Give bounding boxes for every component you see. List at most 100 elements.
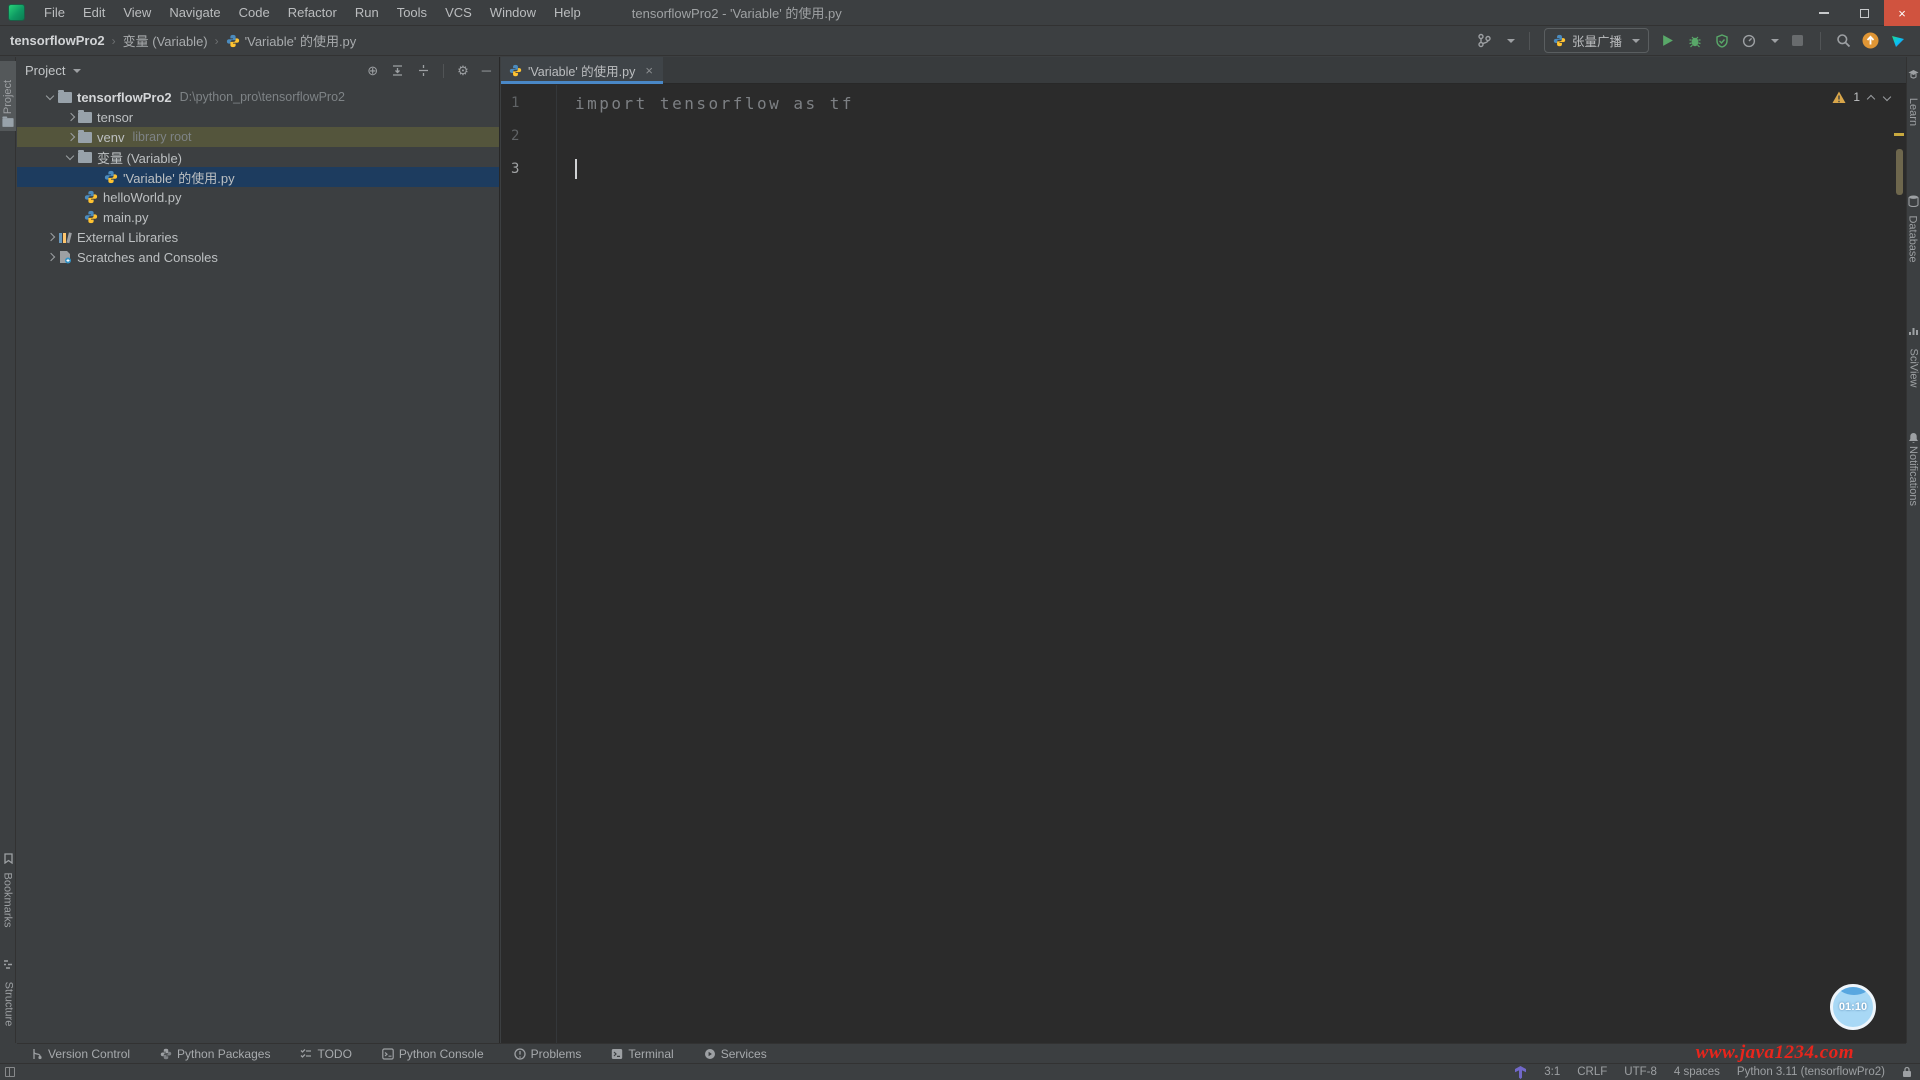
tree-item-scratches[interactable]: Scratches and Consoles: [17, 247, 499, 267]
project-panel-title[interactable]: Project: [25, 63, 65, 78]
tool-button-problems[interactable]: Problems: [514, 1047, 582, 1061]
previous-problem-icon[interactable]: [1867, 93, 1876, 102]
tool-button-python-packages[interactable]: Python Packages: [160, 1047, 270, 1061]
lock-icon[interactable]: [1902, 1066, 1912, 1078]
tool-stripe-notifications[interactable]: Notifications: [1906, 432, 1920, 482]
breadcrumb-folder[interactable]: 变量 (Variable): [123, 31, 208, 50]
close-button[interactable]: ×: [1884, 0, 1920, 26]
scratches-icon: [58, 250, 72, 264]
chevron-expanded-icon[interactable]: [43, 90, 57, 104]
tool-stripe-learn[interactable]: Learn: [1906, 69, 1920, 118]
tree-item-variable-folder[interactable]: 变量 (Variable): [17, 147, 499, 167]
toolbar-divider: [1820, 32, 1821, 50]
run-configuration-select[interactable]: 张量广播: [1544, 28, 1649, 53]
menu-run[interactable]: Run: [346, 0, 388, 26]
tree-item-external-libraries[interactable]: External Libraries: [17, 227, 499, 247]
tree-item-label: 变量 (Variable): [97, 148, 182, 167]
chevron-collapsed-icon[interactable]: [43, 230, 57, 244]
tool-stripe-structure[interactable]: Structure: [0, 959, 16, 1039]
menu-navigate[interactable]: Navigate: [160, 0, 229, 26]
next-problem-icon[interactable]: [1883, 93, 1892, 102]
tool-stripe-project[interactable]: Project: [0, 61, 16, 131]
project-tree: tensorflowPro2 D:\python_pro\tensorflowP…: [17, 87, 499, 267]
tool-stripe-learn-label: Learn: [1907, 98, 1919, 126]
update-notification-button[interactable]: [1862, 32, 1879, 49]
tree-item-tensor[interactable]: tensor: [17, 107, 499, 127]
tool-button-services[interactable]: Services: [704, 1047, 767, 1061]
tree-item-root[interactable]: tensorflowPro2 D:\python_pro\tensorflowP…: [17, 87, 499, 107]
breadcrumb-project[interactable]: tensorflowPro2: [10, 33, 105, 48]
indent-setting[interactable]: 4 spaces: [1674, 1066, 1720, 1078]
tool-stripe-sciview[interactable]: SciView: [1906, 325, 1920, 374]
navigation-toolbar: tensorflowPro2 › 变量 (Variable) › 'Variab…: [0, 26, 1920, 56]
recording-timer-bubble[interactable]: 01:10: [1830, 984, 1876, 1030]
tool-stripe-bookmarks[interactable]: Bookmarks: [0, 853, 16, 939]
menu-code[interactable]: Code: [230, 0, 279, 26]
maximize-button[interactable]: [1844, 0, 1884, 26]
debug-button[interactable]: [1686, 32, 1703, 49]
chevron-down-icon[interactable]: [1507, 39, 1515, 43]
menu-vcs[interactable]: VCS: [436, 0, 481, 26]
chevron-collapsed-icon[interactable]: [63, 110, 77, 124]
menu-refactor[interactable]: Refactor: [279, 0, 346, 26]
editor-gutter: 1 2 3: [501, 85, 557, 1043]
chevron-expanded-icon[interactable]: [63, 150, 77, 164]
hide-panel-icon[interactable]: ─: [482, 64, 491, 77]
inspections-widget[interactable]: 1: [1832, 90, 1892, 104]
tool-button-todo[interactable]: TODO: [300, 1047, 351, 1061]
git-branch-button[interactable]: [1476, 32, 1493, 49]
chevron-down-icon[interactable]: [1771, 39, 1779, 43]
problems-icon: [514, 1048, 526, 1060]
ide-pro-badge-button[interactable]: [1889, 32, 1906, 49]
tree-item-main[interactable]: main.py: [17, 207, 499, 227]
scrollbar-thumb[interactable]: [1896, 149, 1903, 195]
recording-timer-label: 01:10: [1839, 1001, 1867, 1013]
close-tab-icon[interactable]: ×: [645, 63, 653, 78]
chevron-collapsed-icon[interactable]: [63, 130, 77, 144]
chevron-collapsed-icon[interactable]: [43, 250, 57, 264]
layout-icon[interactable]: [5, 1067, 15, 1077]
minimize-button[interactable]: [1804, 0, 1844, 26]
tree-item-label: main.py: [103, 210, 149, 225]
caret-position[interactable]: 3:1: [1544, 1066, 1560, 1078]
search-everywhere-button[interactable]: [1835, 32, 1852, 49]
folder-icon: [78, 112, 92, 123]
run-button[interactable]: [1659, 32, 1676, 49]
menu-view[interactable]: View: [114, 0, 160, 26]
menu-window[interactable]: Window: [481, 0, 545, 26]
stop-button[interactable]: [1789, 32, 1806, 49]
tree-item-label: tensorflowPro2: [77, 90, 172, 105]
collapse-all-icon[interactable]: [417, 64, 430, 77]
menu-file[interactable]: File: [35, 0, 74, 26]
tree-item-variable-file[interactable]: 'Variable' 的使用.py: [17, 167, 499, 187]
line-separator[interactable]: CRLF: [1577, 1066, 1607, 1078]
file-encoding[interactable]: UTF-8: [1624, 1066, 1657, 1078]
tree-item-label: tensor: [97, 110, 133, 125]
tool-button-python-console[interactable]: Python Console: [382, 1047, 484, 1061]
chevron-down-icon[interactable]: [73, 69, 81, 73]
menu-tools[interactable]: Tools: [388, 0, 436, 26]
right-tool-stripe: Learn Database SciView Notifications: [1906, 57, 1920, 1043]
pycharm-window: File Edit View Navigate Code Refactor Ru…: [0, 0, 1920, 1080]
menu-edit[interactable]: Edit: [74, 0, 114, 26]
run-coverage-button[interactable]: [1713, 32, 1730, 49]
editor-tab[interactable]: 'Variable' 的使用.py ×: [501, 57, 663, 83]
python-file-icon: [226, 34, 240, 48]
python-interpreter[interactable]: Python 3.11 (tensorflowPro2): [1737, 1066, 1885, 1078]
tree-item-helloworld[interactable]: helloWorld.py: [17, 187, 499, 207]
tool-button-version-control[interactable]: Version Control: [31, 1047, 130, 1061]
line-number: 1: [511, 87, 541, 120]
menu-help[interactable]: Help: [545, 0, 590, 26]
select-opened-file-icon[interactable]: ⊕: [367, 64, 378, 77]
expand-all-icon[interactable]: [391, 64, 404, 77]
tool-button-terminal[interactable]: Terminal: [611, 1047, 673, 1061]
tool-stripe-database[interactable]: Database: [1906, 195, 1920, 245]
breadcrumb-file[interactable]: 'Variable' 的使用.py: [226, 31, 357, 50]
window-title: tensorflowPro2 - 'Variable' 的使用.py: [632, 3, 842, 22]
gear-icon[interactable]: ⚙: [457, 64, 469, 77]
tree-item-venv[interactable]: venv library root: [17, 127, 499, 147]
profiler-button[interactable]: [1740, 32, 1757, 49]
profiler-icon: [1742, 34, 1756, 48]
python-icon: [1553, 34, 1566, 47]
editor-body[interactable]: 1 2 3 import tensorflow as tf 1: [501, 85, 1906, 1043]
